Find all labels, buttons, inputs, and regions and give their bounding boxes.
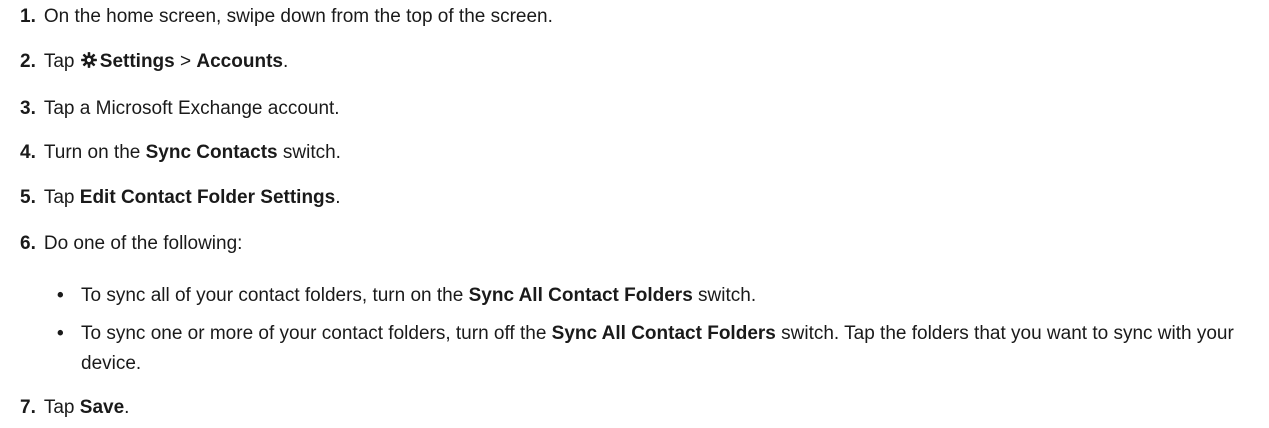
step-4: 4. Turn on the Sync Contacts switch. bbox=[20, 141, 341, 165]
sync-all-contact-folders-label: Sync All Contact Folders bbox=[468, 285, 693, 306]
step-6: 6. Do one of the following: bbox=[20, 232, 242, 256]
step-text-pre: Turn on the bbox=[43, 142, 146, 163]
step-number: 4. bbox=[20, 142, 36, 163]
instruction-list: 1. On the home screen, swipe down from th… bbox=[0, 0, 1269, 428]
step-text-post: switch. bbox=[277, 142, 341, 163]
bullet-text: To sync all of your contact folders, tur… bbox=[81, 281, 1261, 311]
accounts-label: Accounts bbox=[196, 51, 283, 72]
bullet-text: To sync one or more of your contact fold… bbox=[81, 319, 1261, 379]
sync-contacts-label: Sync Contacts bbox=[145, 142, 278, 163]
step-text: Tap a Microsoft Exchange account. bbox=[43, 98, 340, 119]
step-number: 1. bbox=[20, 6, 36, 27]
step-2: 2. Tap Settings > Accounts. bbox=[20, 50, 288, 74]
step-1: 1. On the home screen, swipe down from th… bbox=[20, 5, 553, 29]
step-text-pre: Tap bbox=[43, 51, 80, 72]
bullet-text-pre: To sync one or more of your contact fold… bbox=[81, 323, 552, 344]
step-text: Do one of the following: bbox=[43, 233, 243, 254]
edit-contact-folder-settings-label: Edit Contact Folder Settings bbox=[79, 187, 336, 208]
bullet-dot: • bbox=[57, 285, 64, 306]
gear-icon bbox=[80, 52, 97, 68]
step-3: 3. Tap a Microsoft Exchange account. bbox=[20, 97, 340, 121]
save-label: Save bbox=[79, 397, 125, 418]
step-number: 5. bbox=[20, 187, 36, 208]
step-7: 7. Tap Save. bbox=[20, 396, 129, 420]
step-number: 3. bbox=[20, 98, 36, 119]
bullet-text-post: switch. bbox=[692, 285, 757, 306]
step-text-mid: > bbox=[174, 51, 197, 72]
step-text: On the home screen, swipe down from the … bbox=[43, 6, 553, 27]
bullet-item-1: • To sync all of your contact folders, t… bbox=[57, 281, 1261, 311]
step-number: 6. bbox=[20, 233, 36, 254]
step-number: 2. bbox=[20, 51, 36, 72]
step-text-pre: Tap bbox=[43, 397, 80, 418]
sync-all-contact-folders-label: Sync All Contact Folders bbox=[551, 323, 776, 344]
bullet-text-pre: To sync all of your contact folders, tur… bbox=[81, 285, 469, 306]
settings-label: Settings bbox=[99, 51, 175, 72]
step-number: 7. bbox=[20, 397, 36, 418]
step-text-pre: Tap bbox=[43, 187, 80, 208]
bullet-dot: • bbox=[57, 323, 64, 344]
step-text-post: . bbox=[335, 187, 341, 208]
step-5: 5. Tap Edit Contact Folder Settings. bbox=[20, 186, 341, 210]
step-text-post: . bbox=[282, 51, 289, 72]
bullet-item-2: • To sync one or more of your contact fo… bbox=[57, 319, 1261, 379]
step-text-post: . bbox=[124, 397, 130, 418]
